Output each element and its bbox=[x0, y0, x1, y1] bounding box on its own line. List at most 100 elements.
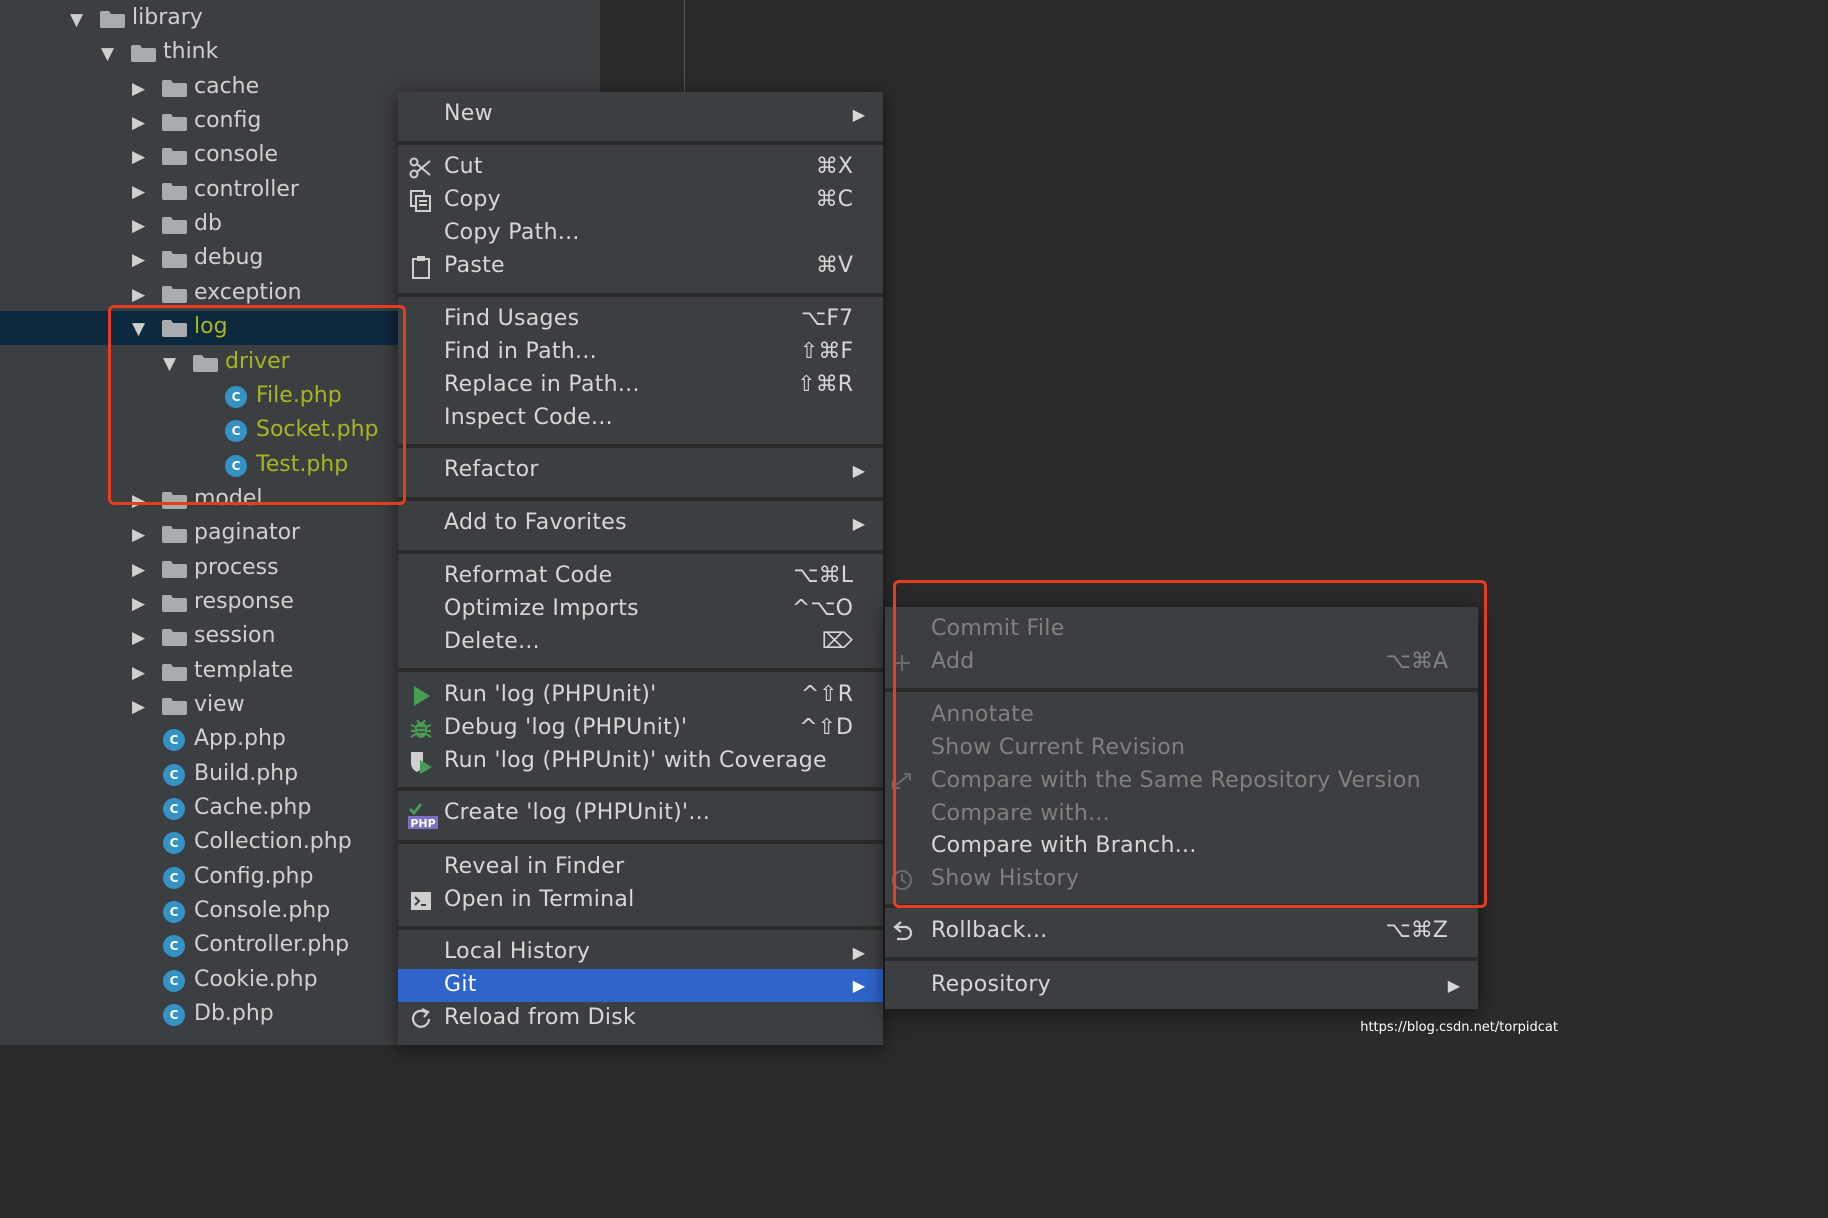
tree-row-label: view bbox=[194, 692, 245, 717]
tree-row-label: response bbox=[194, 588, 294, 614]
menu-item-git[interactable]: Git ▶ bbox=[398, 969, 883, 1002]
menu-item-compare-with[interactable]: Compare with... bbox=[885, 798, 1478, 831]
menu-item-refactor[interactable]: Refactor ▶ bbox=[398, 454, 883, 487]
php-class-icon: C bbox=[163, 901, 185, 924]
menu-item-label: Show Current Revision bbox=[931, 735, 1186, 760]
menu-item-label: Run 'log (PHPUnit)' with Coverage bbox=[444, 748, 827, 773]
menu-item-paste[interactable]: Paste ⌘V bbox=[398, 250, 883, 283]
expand-arrow-right-icon[interactable]: ▶ bbox=[132, 594, 145, 614]
coverage-icon bbox=[408, 749, 434, 775]
menu-item-inspect-code[interactable]: Inspect Code... bbox=[398, 402, 883, 435]
tree-row-label: File.php bbox=[256, 382, 342, 408]
menu-item-create-log-phpunit[interactable]: PHP Create 'log (PHPUnit)'... bbox=[398, 797, 883, 830]
menu-item-add-to-favorites[interactable]: Add to Favorites ▶ bbox=[398, 507, 883, 540]
menu-item-cut[interactable]: Cut ⌘X bbox=[398, 151, 883, 184]
menu-item-rollback[interactable]: Rollback... ⌥⌘Z bbox=[885, 915, 1478, 948]
menu-item-show-history[interactable]: Show History bbox=[885, 863, 1478, 896]
tree-row-label: Console.php bbox=[194, 898, 331, 924]
menu-item-label: New bbox=[444, 101, 493, 126]
menu-item-label: Rollback... bbox=[931, 918, 1048, 943]
expand-arrow-down-icon[interactable]: ▼ bbox=[132, 319, 145, 339]
menu-item-repository[interactable]: Repository ▶ bbox=[885, 969, 1478, 1002]
menu-item-shortcut: ^⌥O bbox=[791, 596, 853, 621]
php-class-icon: C bbox=[163, 763, 185, 786]
menu-separator bbox=[885, 688, 1478, 692]
tree-row-label: App.php bbox=[194, 726, 286, 752]
tree-row-think[interactable]: ▼ think bbox=[0, 36, 600, 70]
menu-item-copy-path[interactable]: Copy Path... bbox=[398, 217, 883, 250]
menu-item-shortcut: ⌘X bbox=[815, 154, 853, 179]
menu-separator bbox=[398, 926, 883, 930]
editor-divider bbox=[684, 0, 685, 92]
menu-separator bbox=[885, 957, 1478, 961]
menu-item-replace-in-path[interactable]: Replace in Path... ⇧⌘R bbox=[398, 369, 883, 402]
expand-arrow-right-icon[interactable]: ▶ bbox=[132, 216, 145, 236]
php-class-icon: C bbox=[163, 729, 185, 752]
clipboard-icon bbox=[408, 254, 434, 280]
copy-icon bbox=[408, 188, 434, 214]
menu-item-reload-from-disk[interactable]: Reload from Disk bbox=[398, 1002, 883, 1035]
expand-arrow-right-icon[interactable]: ▶ bbox=[132, 697, 145, 717]
expand-arrow-right-icon[interactable]: ▶ bbox=[132, 113, 145, 133]
submenu-arrow-icon: ▶ bbox=[852, 976, 865, 995]
menu-item-find-in-path[interactable]: Find in Path... ⇧⌘F bbox=[398, 336, 883, 369]
expand-arrow-down-icon[interactable]: ▼ bbox=[70, 10, 83, 30]
menu-item-label: Commit File bbox=[931, 616, 1065, 641]
menu-item-reveal-in-finder[interactable]: Reveal in Finder bbox=[398, 851, 883, 884]
folder-icon bbox=[162, 148, 187, 166]
menu-item-compare-with-branch[interactable]: Compare with Branch... bbox=[885, 830, 1478, 863]
menu-item-annotate[interactable]: Annotate bbox=[885, 699, 1478, 732]
menu-separator bbox=[398, 444, 883, 448]
menu-separator bbox=[398, 497, 883, 501]
expand-arrow-right-icon[interactable]: ▶ bbox=[132, 250, 145, 270]
menu-item-find-usages[interactable]: Find Usages ⌥F7 bbox=[398, 303, 883, 336]
expand-arrow-right-icon[interactable]: ▶ bbox=[132, 525, 145, 545]
expand-arrow-right-icon[interactable]: ▶ bbox=[132, 79, 145, 99]
menu-item-label: Delete... bbox=[444, 629, 540, 654]
tree-row-label: exception bbox=[194, 279, 302, 305]
expand-arrow-down-icon[interactable]: ▼ bbox=[163, 354, 176, 374]
menu-item-label: Cut bbox=[444, 154, 483, 179]
menu-item-shortcut: ⇧⌘R bbox=[797, 372, 853, 397]
menu-item-run-log-phpunit-with-coverage[interactable]: Run 'log (PHPUnit)' with Coverage bbox=[398, 745, 883, 778]
menu-item-run-log-phpunit[interactable]: Run 'log (PHPUnit)' ^⇧R bbox=[398, 679, 883, 712]
menu-item-compare-with-the-same-repository-version[interactable]: Compare with the Same Repository Version bbox=[885, 765, 1478, 798]
expand-arrow-right-icon[interactable]: ▶ bbox=[132, 560, 145, 580]
menu-item-label: Open in Terminal bbox=[444, 887, 635, 912]
menu-item-open-in-terminal[interactable]: Open in Terminal bbox=[398, 884, 883, 917]
tree-row-label: db bbox=[194, 211, 222, 237]
tree-row-label: config bbox=[194, 108, 262, 134]
menu-item-show-current-revision[interactable]: Show Current Revision bbox=[885, 732, 1478, 765]
menu-item-shortcut: ^⇧R bbox=[800, 682, 853, 707]
menu-item-optimize-imports[interactable]: Optimize Imports ^⌥O bbox=[398, 593, 883, 626]
php-class-icon: C bbox=[163, 832, 185, 855]
tree-row-label: Cookie.php bbox=[194, 966, 318, 992]
folder-icon bbox=[131, 45, 156, 63]
menu-separator bbox=[398, 141, 883, 145]
menu-item-add[interactable]: Add ⌥⌘A bbox=[885, 646, 1478, 679]
menu-item-shortcut: ^⇧D bbox=[799, 715, 853, 740]
tree-row-library[interactable]: ▼ library bbox=[0, 2, 600, 36]
expand-arrow-right-icon[interactable]: ▶ bbox=[132, 147, 145, 167]
run-icon bbox=[408, 683, 434, 709]
menu-item-label: Compare with... bbox=[931, 801, 1110, 826]
expand-arrow-right-icon[interactable]: ▶ bbox=[132, 285, 145, 305]
menu-item-delete[interactable]: Delete... ⌦ bbox=[398, 626, 883, 659]
expand-arrow-right-icon[interactable]: ▶ bbox=[132, 663, 145, 683]
menu-item-copy[interactable]: Copy ⌘C bbox=[398, 184, 883, 217]
menu-item-reformat-code[interactable]: Reformat Code ⌥⌘L bbox=[398, 560, 883, 593]
expand-arrow-down-icon[interactable]: ▼ bbox=[101, 44, 114, 64]
folder-icon bbox=[162, 663, 187, 681]
tree-row-label: Build.php bbox=[194, 760, 299, 786]
expand-arrow-right-icon[interactable]: ▶ bbox=[132, 491, 145, 511]
menu-item-label: Debug 'log (PHPUnit)' bbox=[444, 715, 688, 740]
tree-row-label: Db.php bbox=[194, 1001, 274, 1027]
menu-item-commit-file[interactable]: Commit File bbox=[885, 613, 1478, 646]
menu-item-debug-log-phpunit[interactable]: Debug 'log (PHPUnit)' ^⇧D bbox=[398, 712, 883, 745]
menu-item-local-history[interactable]: Local History ▶ bbox=[398, 936, 883, 969]
expand-arrow-right-icon[interactable]: ▶ bbox=[132, 628, 145, 648]
folder-icon bbox=[162, 251, 187, 269]
menu-item-new[interactable]: New ▶ bbox=[398, 98, 883, 131]
expand-arrow-right-icon[interactable]: ▶ bbox=[132, 182, 145, 202]
folder-icon bbox=[162, 526, 187, 544]
